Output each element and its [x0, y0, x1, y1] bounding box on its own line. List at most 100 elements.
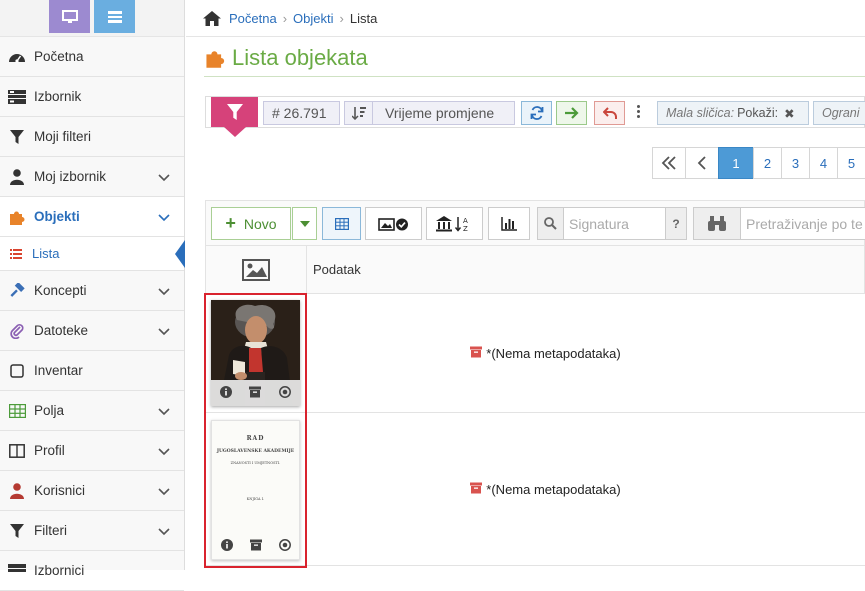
sidebar-item-moji-filteri[interactable]: Moji filteri [0, 117, 184, 157]
signature-help-button[interactable]: ? [666, 207, 687, 240]
column-header-image[interactable] [206, 246, 307, 293]
table-icon [8, 402, 26, 420]
sidebar-item-koncepti[interactable]: Koncepti [0, 271, 184, 311]
institution-sort-icon: AZ [435, 215, 468, 232]
chevron-left-icon [697, 156, 706, 170]
document-thumbnail[interactable]: RAD JUGOSLAVENSKE AKADEMIJE ZNANOSTI I U… [211, 420, 300, 560]
chevron-down-icon [158, 524, 170, 539]
sidebar-item-korisnici[interactable]: Korisnici [0, 471, 184, 511]
archive-icon[interactable] [249, 539, 262, 554]
new-button-label: Novo [243, 215, 277, 232]
chevron-down-icon [158, 284, 170, 299]
sidebar-item-filteri[interactable]: Filteri [0, 511, 184, 551]
archive-icon[interactable] [249, 386, 262, 401]
sidebar-item-izbornik[interactable]: Izbornik [0, 77, 184, 117]
filter-icon [8, 522, 26, 540]
new-dropdown-button[interactable] [292, 207, 317, 240]
breadcrumb-home-link[interactable]: Početna [229, 11, 277, 26]
table-icon [334, 217, 349, 230]
first-page-button[interactable] [652, 147, 686, 179]
filter-tag-thumbnail[interactable]: Mala sličica: Pokaži: ✖ [657, 101, 809, 125]
sidebar-item-label: Lista [32, 246, 60, 261]
breadcrumb-separator: › [339, 10, 344, 26]
chevron-down-icon [158, 404, 170, 419]
sidebar-item-inventar[interactable]: Inventar [0, 351, 184, 391]
prev-page-button[interactable] [685, 147, 719, 179]
sidebar-item-datoteke[interactable]: Datoteke [0, 311, 184, 351]
more-options-icon[interactable] [637, 105, 641, 120]
sidebar-item-objekti[interactable]: Objekti [0, 197, 184, 237]
sidebar-item-pocetna[interactable]: Početna [0, 37, 184, 77]
sidebar-item-label: Moji filteri [34, 129, 92, 144]
page-1-button[interactable]: 1 [718, 147, 754, 179]
institution-sort-button[interactable]: AZ [426, 207, 483, 240]
puzzle-icon [8, 208, 26, 226]
menu-view-button[interactable] [94, 0, 135, 33]
monitor-icon [61, 9, 78, 23]
square-icon [8, 362, 26, 380]
sidebar-item-label: Inventar [34, 363, 83, 378]
table-view-button[interactable] [322, 207, 361, 240]
binoculars-icon[interactable] [693, 207, 741, 240]
row-data-cell: *(Nema metapodataka) [306, 413, 865, 565]
target-icon[interactable] [279, 385, 292, 401]
close-icon[interactable]: ✖ [784, 106, 794, 121]
sidebar-item-izbornici[interactable]: Izbornici [0, 551, 184, 591]
svg-text:Z: Z [463, 225, 468, 232]
image-filter-button[interactable] [365, 207, 422, 240]
breadcrumb-objects-link[interactable]: Objekti [293, 11, 333, 26]
page-4-button[interactable]: 4 [809, 147, 838, 179]
sidebar-item-label: Polja [34, 403, 65, 418]
row-thumbnail-cell [205, 294, 306, 412]
filter-bar: # 26.791 Vrijeme promjene Mala sličica: … [205, 96, 865, 137]
table-row[interactable]: RAD JUGOSLAVENSKE AKADEMIJE ZNANOSTI I U… [205, 413, 865, 566]
new-button[interactable]: + Novo [211, 207, 291, 240]
doc-line: KNJIGA I. [246, 497, 265, 501]
chevron-down-icon [158, 170, 170, 185]
sort-amount-icon [345, 102, 373, 124]
sidebar: Početna Izbornik Moji filteri Moj izborn… [0, 0, 185, 591]
sidebar-item-label: Moj izbornik [34, 169, 107, 184]
refresh-button[interactable] [521, 101, 552, 125]
table-row[interactable]: *(Nema metapodataka) [205, 294, 865, 413]
undo-icon [602, 107, 617, 119]
refresh-icon [530, 106, 543, 120]
sidebar-item-label: Datoteke [34, 323, 89, 338]
undo-button[interactable] [594, 101, 625, 125]
portrait-thumbnail[interactable] [211, 300, 300, 406]
list-icon [8, 562, 26, 580]
page-2-button[interactable]: 2 [753, 147, 782, 179]
monitor-view-button[interactable] [49, 0, 90, 33]
filter-tag-limit[interactable]: Ograni [813, 101, 865, 125]
sidebar-item-label: Filteri [34, 523, 67, 538]
page-title: Lista objekata [204, 45, 368, 71]
filter-tag-key: Mala sličica: [666, 106, 735, 120]
sidebar-subitem-lista[interactable]: Lista [0, 237, 185, 271]
doc-line: ZNANOSTI I UMJETNOSTI. [230, 461, 281, 465]
page-3-button[interactable]: 3 [781, 147, 810, 179]
signature-input[interactable]: Signatura [564, 207, 666, 240]
filter-icon [226, 104, 243, 120]
sort-button[interactable]: Vrijeme promjene [344, 101, 515, 125]
sidebar-item-label: Izbornici [34, 563, 85, 578]
page-5-button[interactable]: 5 [837, 147, 865, 179]
info-icon[interactable] [219, 385, 232, 401]
column-header-data[interactable]: Podatak [307, 246, 361, 293]
filter-toggle-button[interactable] [211, 97, 258, 127]
statistics-button[interactable] [488, 207, 530, 240]
row-thumbnail-cell: RAD JUGOSLAVENSKE AKADEMIJE ZNANOSTI I U… [205, 413, 306, 565]
sidebar-item-polja[interactable]: Polja [0, 391, 184, 431]
sort-label: Vrijeme promjene [385, 105, 495, 121]
home-icon[interactable] [203, 10, 221, 26]
target-icon[interactable] [278, 538, 291, 554]
objects-table: Podatak *(Nema metapodataka) RAD JUGOSLA… [205, 245, 865, 566]
list-icon [8, 88, 26, 106]
sidebar-item-profil[interactable]: Profil [0, 431, 184, 471]
sidebar-item-label: Početna [34, 49, 84, 64]
apply-button[interactable] [556, 101, 587, 125]
filter-icon [8, 128, 26, 146]
fulltext-search-input[interactable]: Pretraživanje po te [741, 207, 865, 240]
sidebar-item-moj-izbornik[interactable]: Moj izbornik [0, 157, 184, 197]
thumbnail-actions [212, 533, 299, 559]
info-icon[interactable] [220, 538, 233, 554]
